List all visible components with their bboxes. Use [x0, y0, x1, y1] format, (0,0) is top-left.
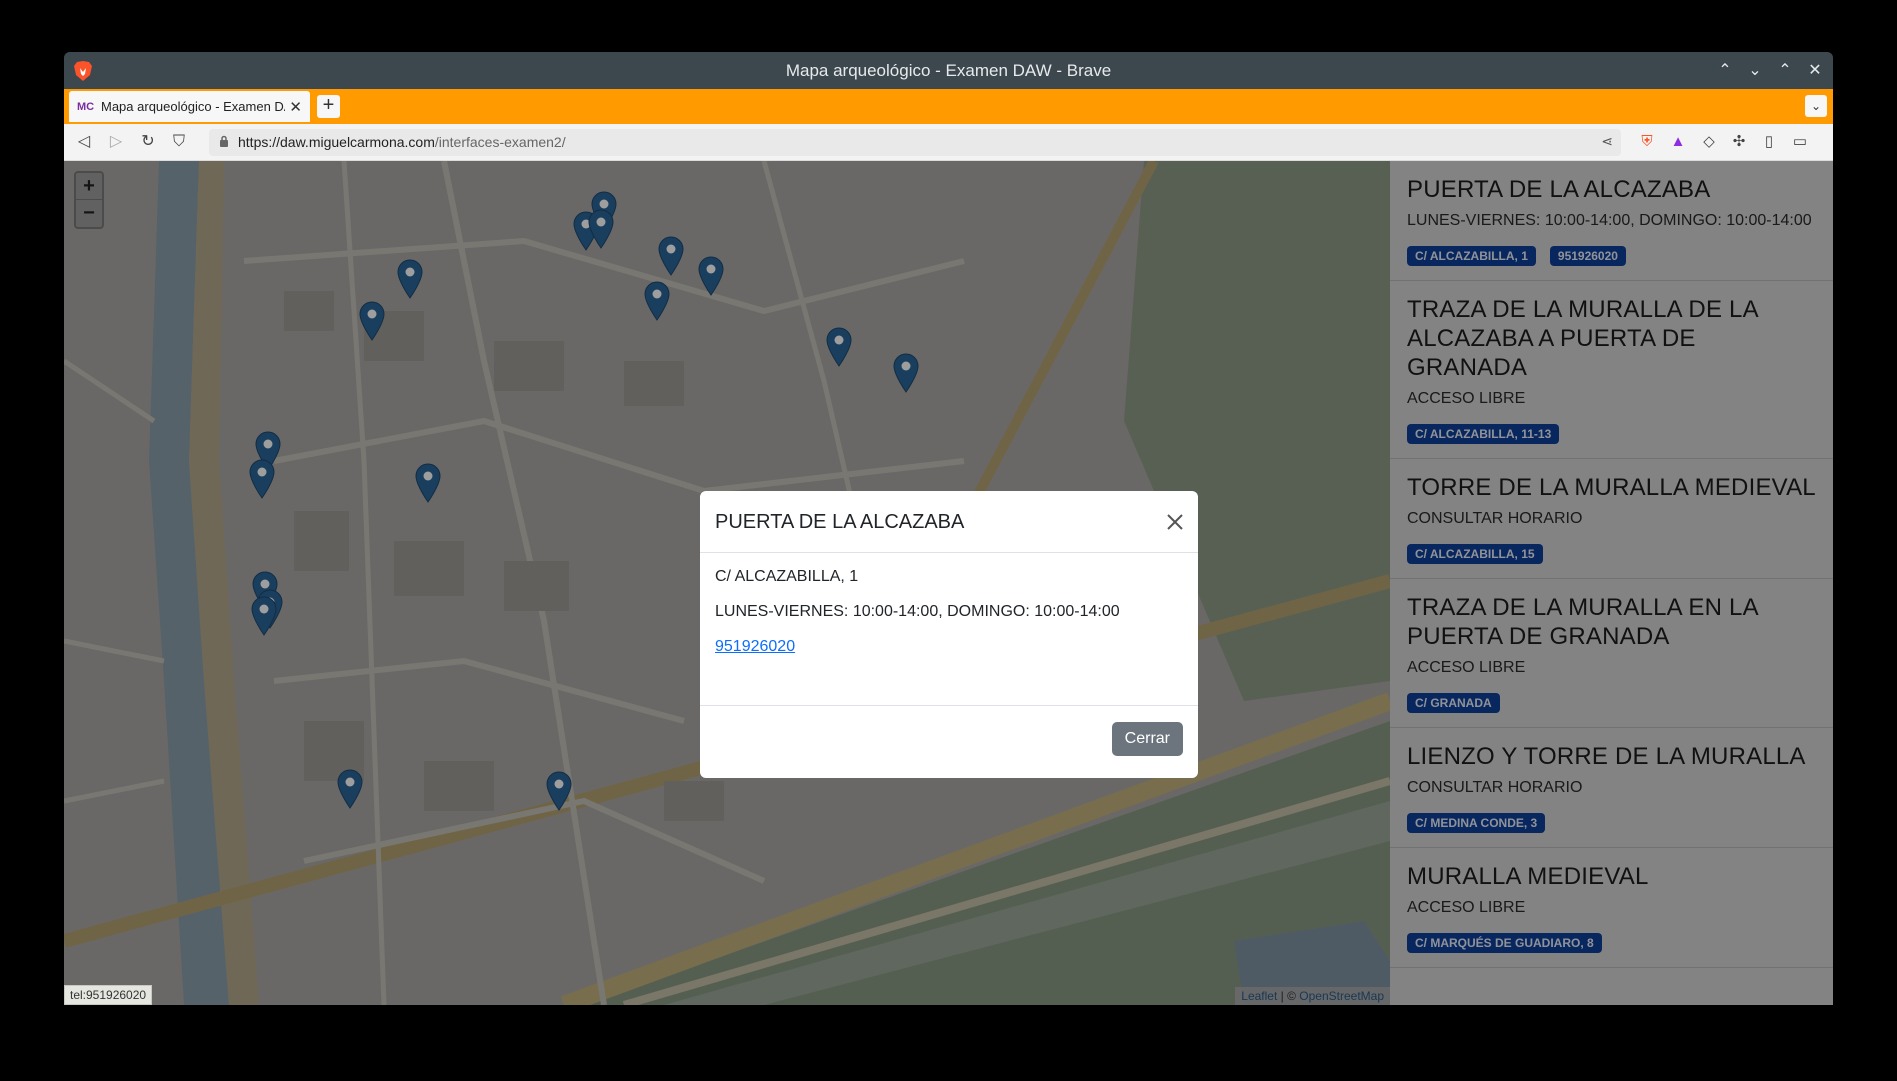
- reload-icon[interactable]: ↻: [137, 131, 159, 153]
- window-title: Mapa arqueológico - Examen DAW - Brave: [785, 61, 1112, 80]
- monument-modal: PUERTA DE LA ALCAZABA C/ ALCAZABILLA, 1 …: [700, 491, 1198, 778]
- browser-window: Mapa arqueológico - Examen DAW - Brave ⌃…: [64, 52, 1833, 1005]
- wallet-icon[interactable]: ◇: [1699, 132, 1719, 152]
- new-tab-button[interactable]: +: [317, 95, 340, 118]
- tab-label: Mapa arqueológico - Examen DAW: [101, 99, 286, 114]
- tab-close-icon[interactable]: ✕: [289, 98, 302, 116]
- modal-title: PUERTA DE LA ALCAZABA: [715, 511, 965, 533]
- sidebar-toggle-icon[interactable]: ▯: [1759, 132, 1779, 152]
- brave-rewards-icon[interactable]: ▲: [1668, 132, 1688, 152]
- tab-list-chevron-icon[interactable]: ⌄: [1805, 95, 1827, 117]
- window-shade-icon[interactable]: ⌃: [1715, 58, 1735, 82]
- modal-footer: Cerrar: [700, 705, 1198, 778]
- tab-mapa-arqueologico[interactable]: MC Mapa arqueológico - Examen DAW ✕: [69, 91, 310, 122]
- close-icon[interactable]: [1164, 511, 1186, 533]
- url-host: https://daw.miguelcarmona.com: [238, 134, 435, 150]
- extensions-icon[interactable]: ✣: [1729, 132, 1749, 152]
- status-url: tel:951926020: [64, 985, 153, 1005]
- title-bar: Mapa arqueológico - Examen DAW - Brave ⌃…: [64, 52, 1833, 89]
- bookmark-icon[interactable]: ⛉: [168, 131, 190, 153]
- favicon-icon: MC: [77, 100, 95, 113]
- profile-icon[interactable]: ●: [1832, 132, 1833, 152]
- url-path: /interfaces-examen2/: [434, 134, 566, 150]
- phone-link[interactable]: 951926020: [715, 638, 795, 655]
- modal-header: PUERTA DE LA ALCAZABA: [700, 491, 1198, 553]
- close-window-icon[interactable]: ✕: [1805, 58, 1825, 82]
- back-icon[interactable]: ◁: [73, 131, 95, 153]
- forward-icon[interactable]: ▷: [105, 131, 127, 153]
- share-icon[interactable]: ⋖: [1601, 133, 1613, 150]
- notifications-icon[interactable]: ▭: [1790, 132, 1810, 152]
- lock-icon: [220, 135, 228, 147]
- minimize-icon[interactable]: ⌄: [1745, 58, 1765, 82]
- url-text: https://daw.miguelcarmona.com/interfaces…: [238, 134, 566, 150]
- navigation-toolbar: ◁ ▷ ↻ ⛉ https://daw.miguelcarmona.com/in…: [64, 124, 1833, 161]
- maximize-icon[interactable]: ⌃: [1775, 58, 1795, 82]
- brave-shields-icon[interactable]: ⛨: [1637, 132, 1657, 152]
- tab-bar: MC Mapa arqueológico - Examen DAW ✕ + ⌄: [64, 89, 1833, 124]
- modal-hours: LUNES-VIERNES: 10:00-14:00, DOMINGO: 10:…: [715, 603, 1120, 620]
- address-bar[interactable]: https://daw.miguelcarmona.com/interfaces…: [209, 129, 1621, 156]
- close-button[interactable]: Cerrar: [1111, 722, 1183, 756]
- modal-body: C/ ALCAZABILLA, 1 LUNES-VIERNES: 10:00-1…: [700, 553, 1198, 688]
- modal-address: C/ ALCAZABILLA, 1: [715, 568, 859, 585]
